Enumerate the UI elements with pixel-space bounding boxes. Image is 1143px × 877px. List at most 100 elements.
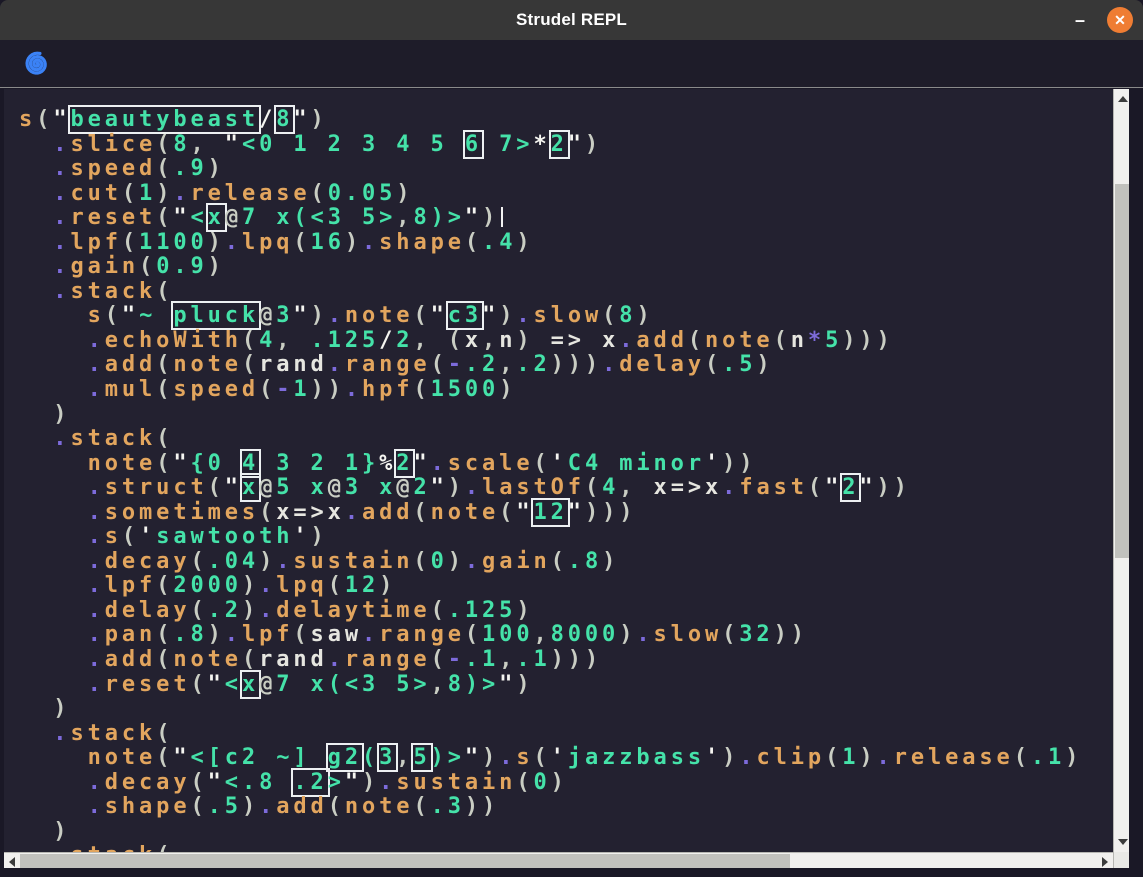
code-token: . (499, 745, 516, 770)
code-token: " (499, 672, 516, 697)
code-token: lastOf (482, 475, 585, 500)
code-token: ( (156, 843, 173, 852)
code-token: " (293, 303, 310, 328)
code-token: . (88, 794, 105, 819)
code-line: s("~ pluck@3").note("c3").slow(8) (19, 304, 1113, 329)
code-token: . (362, 230, 379, 255)
code-line: .echoWith(4, .125/2, (x,n) => x.add(note… (19, 329, 1113, 354)
code-token: delay (105, 598, 191, 623)
scroll-up-arrow-icon[interactable] (1118, 96, 1128, 102)
scroll-down-arrow-icon[interactable] (1118, 839, 1128, 845)
code-token: echoWith (105, 328, 242, 353)
code-token: , (396, 745, 413, 770)
code-token: ( (156, 156, 173, 181)
code-token: . (88, 622, 105, 647)
code-token: ' (705, 745, 722, 770)
code-token: . (53, 230, 70, 255)
scrollbar-corner (1113, 852, 1129, 868)
code-token: ( (105, 303, 122, 328)
code-token (19, 451, 88, 476)
code-token: @ (328, 475, 345, 500)
code-token: lpf (70, 230, 121, 255)
code-token: 0.9 (156, 254, 207, 279)
vertical-scrollbar[interactable] (1113, 89, 1129, 852)
code-token: .3 (431, 794, 465, 819)
code-token: ( (242, 328, 259, 353)
code-token: . (722, 475, 739, 500)
code-token: sometimes (105, 500, 259, 525)
code-token: hpf (362, 377, 413, 402)
code-token: 3 x (345, 475, 396, 500)
code-token: .04 (208, 549, 259, 574)
code-token: @ (259, 475, 276, 500)
code-token: ( (156, 622, 173, 647)
minimize-button[interactable]: – (1067, 7, 1093, 33)
code-token: ( (328, 794, 345, 819)
code-token: ( (208, 475, 225, 500)
code-token: 0.05 (328, 181, 397, 206)
code-token: ) (516, 328, 550, 353)
code-line: ) (19, 697, 1113, 722)
code-token: ( (534, 745, 551, 770)
code-token: ( (156, 573, 173, 598)
code-token: ) (448, 549, 465, 574)
active-token: 6 (465, 132, 482, 157)
horizontal-scrollbar[interactable] (4, 852, 1113, 868)
code-token: => (293, 500, 327, 525)
code-token: note (88, 451, 157, 476)
code-token: sawtooth (156, 524, 293, 549)
close-button[interactable]: ✕ (1107, 7, 1133, 33)
code-token (19, 156, 53, 181)
code-token: " (859, 475, 876, 500)
code-token: ( (551, 549, 568, 574)
code-token: . (53, 843, 70, 852)
code-token: " (431, 475, 448, 500)
code-token: add (105, 647, 156, 672)
code-token: ( (139, 254, 156, 279)
code-token: <.8 (225, 770, 294, 795)
code-token: )) (877, 475, 911, 500)
code-token: 12 (345, 573, 379, 598)
code-token: ) (448, 475, 465, 500)
code-token (19, 181, 53, 206)
code-line: .decay("<.8 .2>").sustain(0) (19, 771, 1113, 796)
code-token: delaytime (276, 598, 430, 623)
horizontal-scrollbar-thumb[interactable] (20, 854, 790, 868)
code-token: ' (293, 524, 310, 549)
code-token: range (379, 622, 465, 647)
code-token: . (602, 352, 619, 377)
strudel-logo-icon[interactable] (22, 49, 52, 79)
code-token: .9 (173, 156, 207, 181)
active-token: 3 (379, 745, 396, 770)
scroll-right-arrow-icon[interactable] (1102, 857, 1108, 867)
window-title: Strudel REPL (516, 10, 627, 30)
code-token: . (362, 622, 379, 647)
code-area[interactable]: s("beautybeast/8") .slice(8, "<0 1 2 3 4… (4, 89, 1113, 852)
code-token: 1 (139, 181, 156, 206)
code-token: ( (190, 794, 207, 819)
code-line: .lpf(1100).lpq(16).shape(.4) (19, 231, 1113, 256)
code-token: " (345, 770, 362, 795)
active-token: g2 (328, 745, 362, 770)
code-token: . (88, 672, 105, 697)
code-token: ( (413, 377, 430, 402)
code-token: ) (602, 549, 619, 574)
code-token: 2000 (173, 573, 242, 598)
code-line: s("beautybeast/8") (19, 108, 1113, 133)
code-token (19, 647, 88, 672)
code-token (19, 573, 88, 598)
code-line: .stack( (19, 427, 1113, 452)
code-token: ' (551, 745, 568, 770)
code-token: stack (70, 426, 156, 451)
code-token (19, 721, 53, 746)
code-line: .struct("x@5 x@3 x@2").lastOf(4, x=>x.fa… (19, 476, 1113, 501)
active-token: 2 (842, 475, 859, 500)
code-token: . (465, 549, 482, 574)
code-token: . (259, 598, 276, 623)
active-token: x (242, 475, 259, 500)
code-token: " (225, 475, 242, 500)
vertical-scrollbar-thumb[interactable] (1115, 184, 1129, 558)
scroll-left-arrow-icon[interactable] (9, 857, 15, 867)
code-token: / (259, 107, 276, 132)
code-line: .gain(0.9) (19, 255, 1113, 280)
